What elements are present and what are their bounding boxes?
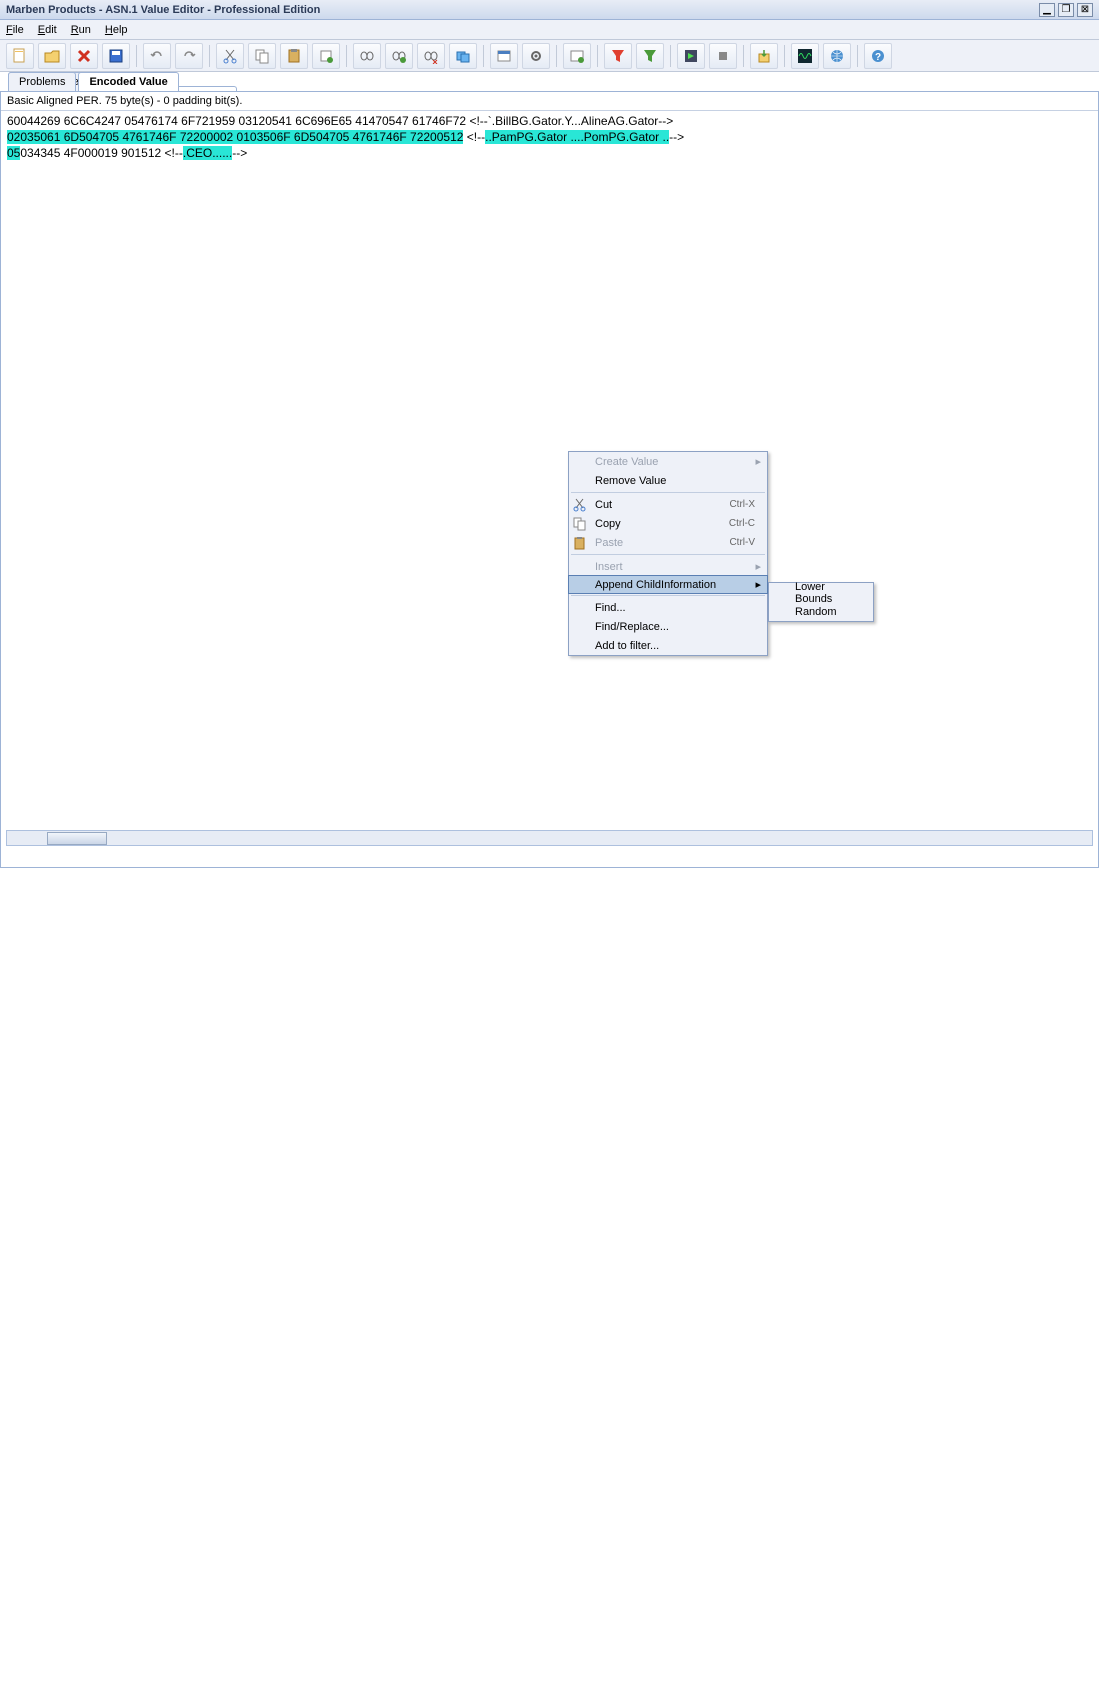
ctx-item[interactable]: Append ChildInformation ▸ bbox=[568, 575, 768, 594]
ctx-item[interactable]: Add to filter... bbox=[569, 636, 767, 655]
ctx-item: Insert ▸ bbox=[569, 557, 767, 576]
tbtn-stop[interactable] bbox=[709, 43, 737, 69]
tbtn-new[interactable] bbox=[6, 43, 34, 69]
ctx-item[interactable]: Find/Replace... bbox=[569, 617, 767, 636]
maximize-icon[interactable]: ❐ bbox=[1058, 3, 1074, 17]
ctx-item[interactable]: Remove Value bbox=[569, 471, 767, 490]
tbtn-filter2[interactable] bbox=[636, 43, 664, 69]
tbtn-link3[interactable] bbox=[417, 43, 445, 69]
scrollbar-h[interactable] bbox=[6, 830, 1093, 846]
tbtn-cut[interactable] bbox=[216, 43, 244, 69]
ctx-label: Find... bbox=[595, 602, 626, 614]
tbtn-link1[interactable] bbox=[353, 43, 381, 69]
hex-bytes: 05034345 4F000019 901512 bbox=[7, 146, 161, 160]
ctx-item[interactable]: Lower Bounds bbox=[769, 583, 873, 602]
ctx-item: Paste Ctrl-V bbox=[569, 533, 767, 552]
ctx-label: Append ChildInformation bbox=[595, 579, 716, 591]
tbtn-run[interactable] bbox=[677, 43, 705, 69]
tbtn-open[interactable] bbox=[38, 43, 66, 69]
ctx-label: Create Value bbox=[595, 456, 658, 468]
ctx-label: Remove Value bbox=[595, 475, 666, 487]
ctx-item[interactable]: Random bbox=[769, 602, 873, 621]
ctx-label: Random bbox=[795, 606, 837, 618]
ctx-label: Insert bbox=[595, 561, 623, 573]
chevron-right-icon: ▸ bbox=[755, 455, 761, 468]
hex-ascii: <!--.CEO......--> bbox=[165, 146, 248, 160]
tbtn-delete[interactable] bbox=[70, 43, 98, 69]
tbtn-gear[interactable] bbox=[522, 43, 550, 69]
menubar: File Edit Run Help bbox=[0, 20, 1099, 40]
hex-ascii: <!--`.BillBG.Gator.Y...AlineAG.Gator--> bbox=[469, 114, 673, 128]
context-submenu: Lower BoundsRandom bbox=[768, 582, 874, 622]
hex-bytes: 02035061 6D504705 4761746F 72200002 0103… bbox=[7, 130, 463, 144]
tbtn-msg[interactable] bbox=[563, 43, 591, 69]
ctx-shortcut: Ctrl-C bbox=[729, 518, 755, 529]
tbtn-paste[interactable] bbox=[280, 43, 308, 69]
chevron-right-icon: ▸ bbox=[755, 578, 761, 591]
tbtn-add[interactable] bbox=[312, 43, 340, 69]
tbtn-copy[interactable] bbox=[248, 43, 276, 69]
tbtn-undo[interactable] bbox=[143, 43, 171, 69]
tbtn-redo[interactable] bbox=[175, 43, 203, 69]
chevron-right-icon: ▸ bbox=[755, 560, 761, 573]
minimize-icon[interactable]: ▁ bbox=[1039, 3, 1055, 17]
ctx-item[interactable]: Cut Ctrl-X bbox=[569, 495, 767, 514]
hex-bytes: 60044269 6C6C4247 05476174 6F721959 0312… bbox=[7, 114, 466, 128]
tbtn-link2[interactable] bbox=[385, 43, 413, 69]
tab-encoded-value[interactable]: Encoded Value bbox=[78, 72, 178, 92]
ctx-item[interactable]: Copy Ctrl-C bbox=[569, 514, 767, 533]
tab-problems[interactable]: Problems bbox=[8, 72, 76, 92]
window-title: Marben Products - ASN.1 Value Editor - P… bbox=[6, 4, 320, 16]
tbtn-win[interactable] bbox=[490, 43, 518, 69]
ctx-label: Lower Bounds bbox=[795, 581, 847, 605]
menu-file[interactable]: File bbox=[6, 24, 24, 36]
tbtn-filter1[interactable] bbox=[604, 43, 632, 69]
toolbar: ? bbox=[0, 40, 1099, 72]
tbtn-save[interactable] bbox=[102, 43, 130, 69]
ctx-label: Find/Replace... bbox=[595, 621, 669, 633]
ctx-item: Create Value ▸ bbox=[569, 452, 767, 471]
tbtn-wave[interactable] bbox=[791, 43, 819, 69]
ctx-shortcut: Ctrl-X bbox=[729, 499, 755, 510]
menu-edit[interactable]: Edit bbox=[38, 24, 57, 36]
ctx-label: Copy bbox=[595, 518, 621, 530]
ctx-shortcut: Ctrl-V bbox=[729, 537, 755, 548]
menu-run[interactable]: Run bbox=[71, 24, 91, 36]
ctx-item[interactable]: Find... bbox=[569, 598, 767, 617]
menu-help[interactable]: Help bbox=[105, 24, 128, 36]
tbtn-export[interactable] bbox=[750, 43, 778, 69]
tbtn-help[interactable]: ? bbox=[864, 43, 892, 69]
ctx-label: Cut bbox=[595, 499, 612, 511]
tbtn-layers[interactable] bbox=[449, 43, 477, 69]
ctx-label: Add to filter... bbox=[595, 640, 659, 652]
svg-text:?: ? bbox=[875, 52, 881, 63]
tbtn-globe[interactable] bbox=[823, 43, 851, 69]
ctx-label: Paste bbox=[595, 537, 623, 549]
encoded-header: Basic Aligned PER. 75 byte(s) - 0 paddin… bbox=[1, 92, 1098, 111]
context-menu: Create Value ▸ Remove Value Cut Ctrl-X Copy Ct… bbox=[568, 451, 768, 656]
close-icon[interactable]: ⊠ bbox=[1077, 3, 1093, 17]
hex-ascii: <!--..PamPG.Gator ....PomPG.Gator ..--> bbox=[467, 130, 684, 144]
